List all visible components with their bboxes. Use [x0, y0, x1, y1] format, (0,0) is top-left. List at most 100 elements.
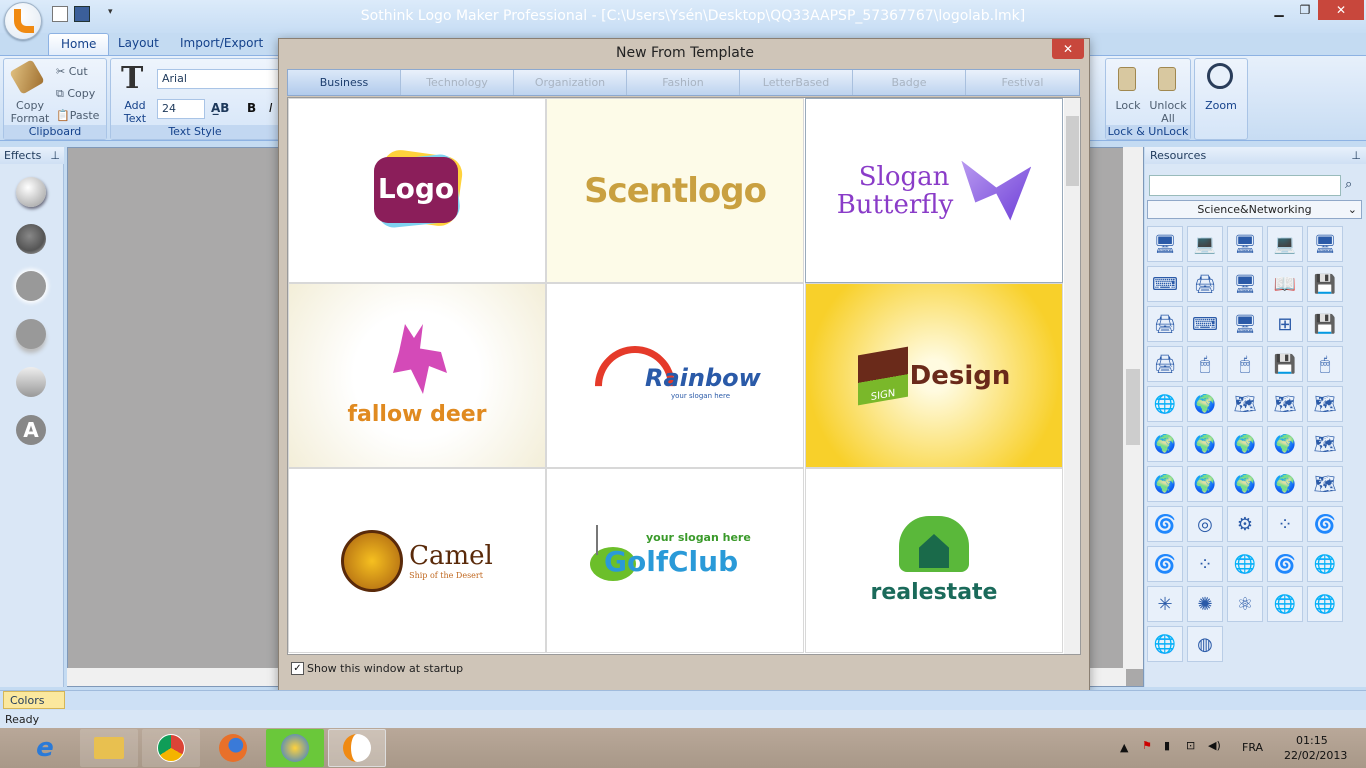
resource-icon[interactable]: 🌐: [1267, 586, 1303, 622]
resource-icon[interactable]: 🖱: [1187, 346, 1223, 382]
canvas-vertical-scrollbar[interactable]: [1123, 147, 1143, 669]
template-rainbow[interactable]: Rainbow your slogan here: [546, 283, 804, 468]
resource-icon[interactable]: 🌀: [1307, 506, 1343, 542]
resource-icon[interactable]: 🖱: [1307, 346, 1343, 382]
resource-icon[interactable]: 🌐: [1307, 546, 1343, 582]
dialog-close-button[interactable]: ✕: [1052, 39, 1084, 59]
resource-icon[interactable]: ⚙: [1227, 506, 1263, 542]
resource-icon[interactable]: ⌨: [1187, 306, 1223, 342]
resource-icon[interactable]: 🖥: [1147, 226, 1183, 262]
template-realestate[interactable]: realestate: [805, 468, 1063, 653]
tab-badge[interactable]: Badge: [853, 70, 966, 95]
resource-icon[interactable]: 🗺: [1227, 386, 1263, 422]
tab-technology[interactable]: Technology: [401, 70, 514, 95]
resource-icon[interactable]: 🌐: [1227, 546, 1263, 582]
resource-icon[interactable]: ◍: [1187, 626, 1223, 662]
resource-icon[interactable]: 🌍: [1187, 426, 1223, 462]
colors-tab[interactable]: Colors: [3, 691, 65, 709]
tab-home[interactable]: Home: [48, 33, 110, 55]
volume-icon[interactable]: ◀): [1208, 739, 1221, 752]
resource-icon[interactable]: 🌍: [1147, 466, 1183, 502]
tab-layout[interactable]: Layout: [106, 33, 171, 55]
tab-organization[interactable]: Organization: [514, 70, 627, 95]
paste-button[interactable]: 📋Paste: [56, 109, 99, 122]
unlock-all-button[interactable]: Unlock All: [1148, 99, 1188, 125]
effect-gradient[interactable]: [16, 367, 46, 397]
resource-icon[interactable]: 🌍: [1147, 426, 1183, 462]
show-at-startup-checkbox[interactable]: ✓: [291, 662, 304, 675]
template-golfclub[interactable]: your slogan here GolfClub: [546, 468, 804, 653]
resource-icon[interactable]: 🗺: [1307, 386, 1343, 422]
resource-icon[interactable]: ⁘: [1267, 506, 1303, 542]
resource-icon[interactable]: 🌍: [1187, 466, 1223, 502]
tab-fashion[interactable]: Fashion: [627, 70, 740, 95]
signal-icon[interactable]: ▮: [1164, 739, 1170, 752]
scroll-thumb[interactable]: [1066, 116, 1079, 186]
font-select[interactable]: Arial: [157, 69, 281, 89]
resource-icon[interactable]: ⊞: [1267, 306, 1303, 342]
resource-icon[interactable]: 💾: [1307, 306, 1343, 342]
scroll-thumb[interactable]: [1126, 369, 1140, 445]
close-button[interactable]: ✕: [1318, 0, 1364, 20]
resource-icon[interactable]: ◎: [1187, 506, 1223, 542]
lock-button[interactable]: Lock: [1110, 99, 1146, 112]
resource-icon[interactable]: 🌍: [1187, 386, 1223, 422]
resource-icon[interactable]: 🖨: [1147, 346, 1183, 382]
resource-icon[interactable]: 🗺: [1307, 466, 1343, 502]
italic-button[interactable]: I: [269, 101, 273, 115]
gallery-scrollbar[interactable]: [1064, 98, 1080, 654]
cut-button[interactable]: ✂ Cut: [56, 65, 88, 78]
resource-icon[interactable]: 🖨: [1147, 306, 1183, 342]
resource-icon[interactable]: 📖: [1267, 266, 1303, 302]
template-logo[interactable]: Logo: [288, 98, 546, 283]
effect-outer-glow[interactable]: [16, 271, 46, 301]
font-size-select[interactable]: 24: [157, 99, 205, 119]
resource-icon[interactable]: 🌀: [1147, 506, 1183, 542]
zoom-button[interactable]: Zoom: [1195, 99, 1247, 112]
resource-icon[interactable]: 🗺: [1307, 426, 1343, 462]
resource-icon[interactable]: 💾: [1307, 266, 1343, 302]
explorer-icon[interactable]: [80, 729, 138, 767]
resource-icon[interactable]: 🖥: [1307, 226, 1343, 262]
resource-icon[interactable]: ⚛: [1227, 586, 1263, 622]
resource-icon[interactable]: 🖥: [1227, 226, 1263, 262]
template-butterfly[interactable]: Slogan Butterfly: [805, 98, 1063, 283]
resource-icon[interactable]: 🌐: [1147, 626, 1183, 662]
resource-icon[interactable]: 🖨: [1187, 266, 1223, 302]
resource-icon[interactable]: 🌍: [1227, 426, 1263, 462]
resource-icon[interactable]: 🖱: [1227, 346, 1263, 382]
tab-letterbased[interactable]: LetterBased: [740, 70, 853, 95]
tab-import-export[interactable]: Import/Export: [168, 33, 275, 55]
template-camel[interactable]: Camel Ship of the Desert: [288, 468, 546, 653]
resource-icon[interactable]: 🗺: [1267, 386, 1303, 422]
resource-icon[interactable]: 🌍: [1227, 466, 1263, 502]
template-fallow-deer[interactable]: fallow deer: [288, 283, 546, 468]
resource-icon[interactable]: 🌍: [1267, 426, 1303, 462]
font-color-icon[interactable]: A̲B: [211, 101, 229, 115]
copy-button[interactable]: ⧉ Copy: [56, 87, 95, 101]
resource-icon[interactable]: 💻: [1187, 226, 1223, 262]
resource-icon[interactable]: 🖥: [1227, 306, 1263, 342]
resource-icon[interactable]: ⁘: [1187, 546, 1223, 582]
resource-icon[interactable]: 🌐: [1307, 586, 1343, 622]
effect-shadow[interactable]: [16, 177, 46, 207]
tray-arrow-icon[interactable]: ▲: [1120, 741, 1128, 754]
network-app-icon[interactable]: [266, 729, 324, 767]
template-scentlogo[interactable]: Scentlogo: [546, 98, 804, 283]
resource-icon[interactable]: ✳: [1147, 586, 1183, 622]
copy-format-button[interactable]: Copy Format: [10, 99, 50, 125]
resource-icon[interactable]: 💻: [1267, 226, 1303, 262]
effect-inner-glow[interactable]: [16, 224, 46, 254]
minimize-button[interactable]: ▁: [1266, 0, 1292, 20]
pin-icon[interactable]: ⊥: [1351, 149, 1361, 162]
resource-icon[interactable]: 🌀: [1147, 546, 1183, 582]
resource-search-input[interactable]: [1149, 175, 1341, 196]
resource-icon[interactable]: ⌨: [1147, 266, 1183, 302]
resource-icon[interactable]: ✺: [1187, 586, 1223, 622]
language-indicator[interactable]: FRA: [1242, 741, 1263, 754]
search-icon[interactable]: ⌕: [1345, 177, 1352, 192]
action-center-icon[interactable]: ⚑: [1142, 739, 1152, 752]
effect-reflection[interactable]: [16, 319, 46, 349]
effect-text-icon[interactable]: A: [16, 415, 46, 445]
clock-date[interactable]: 22/02/2013: [1284, 749, 1347, 762]
